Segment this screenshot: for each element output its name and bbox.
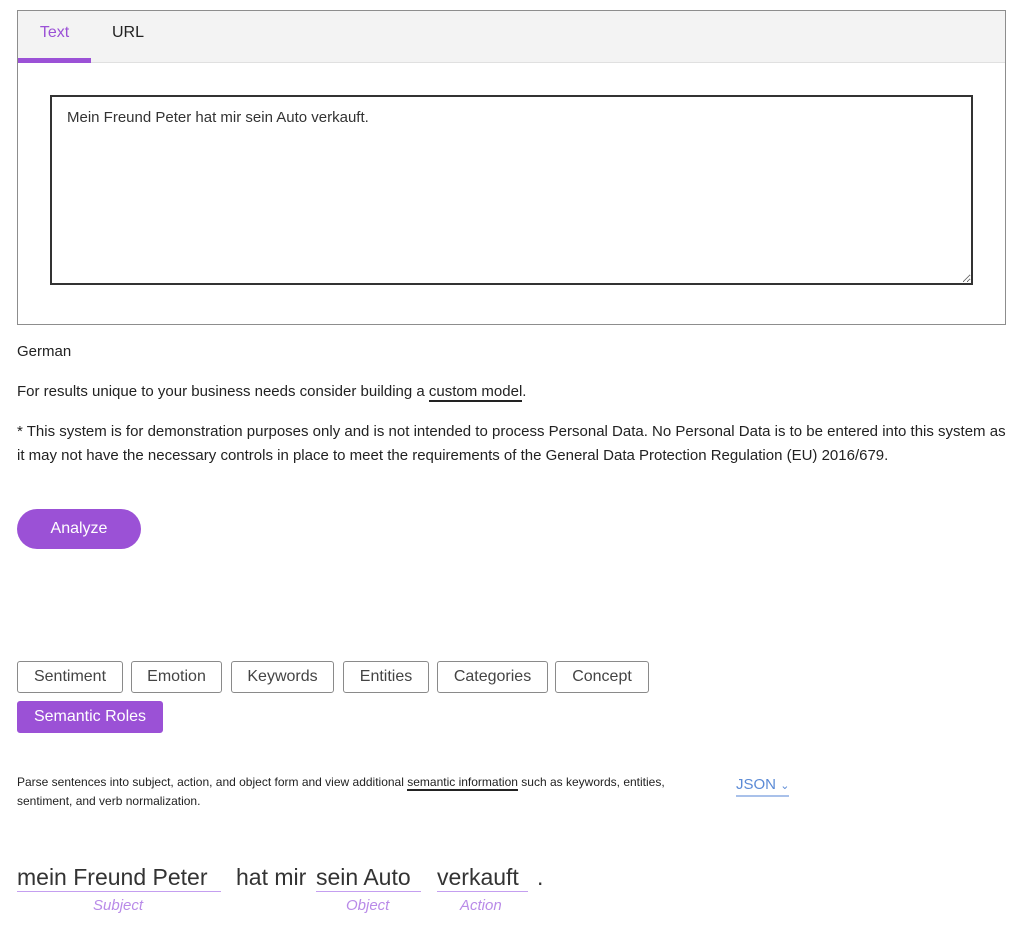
feature-semantic-roles[interactable]: Semantic Roles (17, 701, 163, 733)
feature-keywords[interactable]: Keywords (231, 661, 334, 693)
chevron-down-icon: ⌄ (780, 780, 790, 792)
action-label: Action (460, 897, 502, 914)
role-object: sein Auto (316, 863, 421, 892)
tab-url[interactable]: URL (98, 11, 158, 63)
feature-concept[interactable]: Concept (555, 661, 649, 693)
tab-bar: Text URL (18, 11, 1005, 63)
object-label: Object (346, 897, 390, 914)
role-end: . (537, 864, 544, 890)
custom-model-note: For results unique to your business need… (17, 380, 526, 404)
language-label: German (17, 343, 72, 360)
json-label: JSON (736, 776, 777, 793)
custom-model-link[interactable]: custom model (428, 383, 523, 402)
note-suffix: . (522, 383, 527, 400)
feature-entities[interactable]: Entities (343, 661, 429, 693)
feature-categories[interactable]: Categories (437, 661, 548, 693)
role-between: hat mir (236, 864, 307, 890)
note-text: For results unique to your business need… (17, 383, 429, 400)
analyze-button[interactable]: Analyze (17, 509, 141, 549)
tab-text[interactable]: Text (18, 11, 91, 63)
text-input[interactable]: Mein Freund Peter hat mir sein Auto verk… (50, 95, 973, 285)
role-subject: mein Freund Peter (17, 863, 221, 892)
feature-emotion[interactable]: Emotion (131, 661, 222, 693)
semantic-information-link[interactable]: semantic information (407, 775, 518, 791)
input-panel: Text URL Mein Freund Peter hat mir sein … (17, 10, 1006, 325)
feature-description: Parse sentences into subject, action, an… (17, 773, 697, 811)
desc-text: Parse sentences into subject, action, an… (17, 775, 408, 789)
json-toggle[interactable]: JSON ⌄ (736, 776, 790, 797)
role-action: verkauft (437, 863, 528, 892)
feature-sentiment[interactable]: Sentiment (17, 661, 123, 693)
subject-label: Subject (93, 897, 144, 914)
disclaimer: * This system is for demonstration purpo… (17, 423, 1006, 464)
